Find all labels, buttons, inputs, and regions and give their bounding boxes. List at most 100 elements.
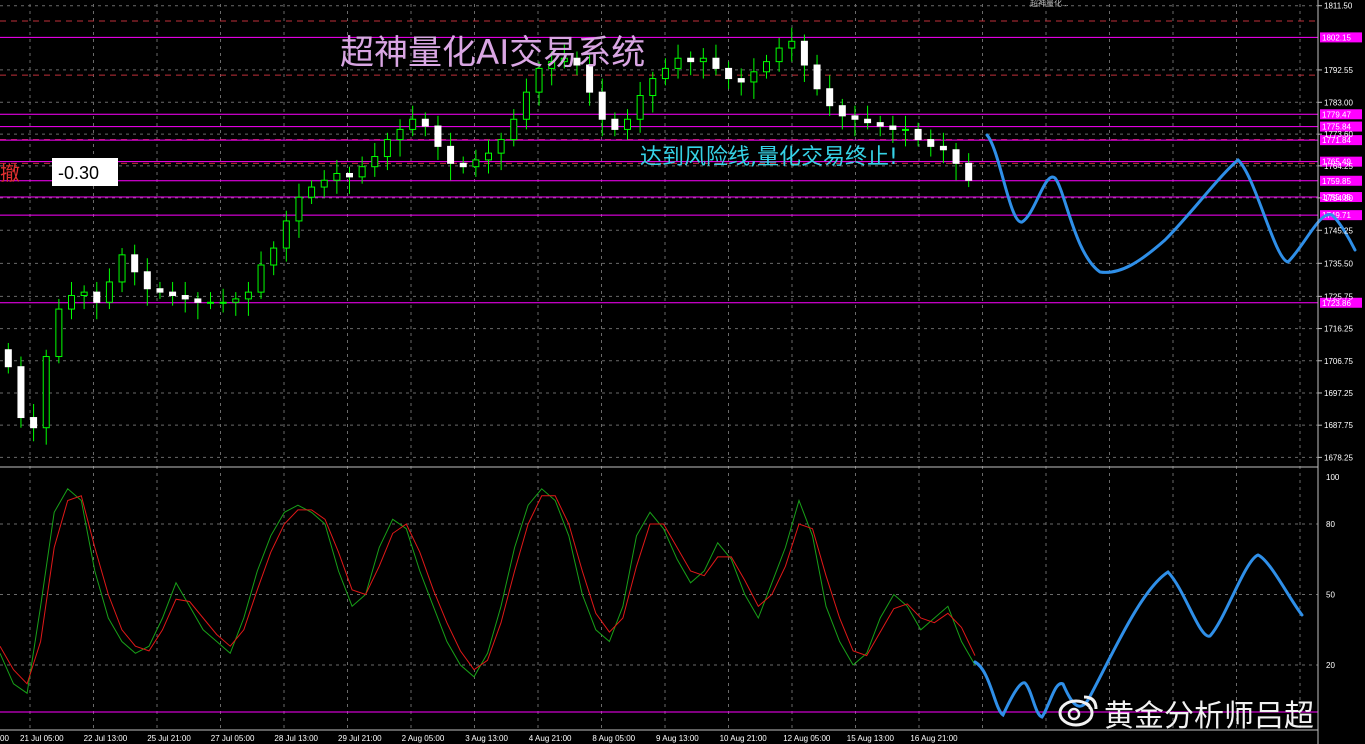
candle-body <box>649 78 657 97</box>
x-tick-label: 28 Jul 13:00 <box>274 734 318 743</box>
x-tick-label: 25 Jul 21:00 <box>147 734 191 743</box>
stoch-forecast-path <box>973 553 1304 719</box>
stoch-y-tick-label: 100 <box>1326 473 1340 482</box>
candle-body <box>725 67 733 80</box>
candle-body <box>80 291 88 297</box>
candle-body <box>93 291 101 303</box>
candle-body <box>952 149 960 164</box>
candle-body <box>68 295 75 310</box>
y-tick-label: 1716.25 <box>1324 325 1353 334</box>
candle-body <box>889 125 897 130</box>
candle-body <box>30 417 38 429</box>
candle-body <box>118 254 126 283</box>
candle-body <box>472 159 480 168</box>
candle-body <box>434 125 442 147</box>
candle-body <box>712 57 720 69</box>
candle-body <box>485 152 492 161</box>
y-tick-label: 1773.60 <box>1324 130 1353 139</box>
candle-body <box>421 118 429 127</box>
candle-body <box>17 366 25 419</box>
candle-body <box>788 40 796 49</box>
candle-body <box>346 172 353 178</box>
candle-body <box>497 139 505 154</box>
x-tick-label: 3 Aug 13:00 <box>465 734 508 743</box>
candle-body <box>826 88 834 107</box>
chart-title: 超神量化AI交易系统 <box>340 33 645 73</box>
y-tick-label: 1735.50 <box>1324 259 1353 268</box>
candle-body <box>169 291 177 297</box>
value-box-text: -0.30 <box>58 163 99 183</box>
candle-body <box>358 166 366 178</box>
candle-body <box>611 118 619 130</box>
candle-body <box>308 186 316 198</box>
x-tick-label: 2 Aug 05:00 <box>402 734 445 743</box>
candle-body <box>194 298 202 303</box>
candle-body <box>244 291 252 300</box>
candle-body <box>55 308 63 358</box>
candle-body <box>295 196 303 222</box>
candle-body <box>927 139 935 147</box>
candle-body <box>459 162 467 168</box>
y-tick-label: 1754.80 <box>1324 194 1353 203</box>
watermark-text: 黄金分析师吕超 <box>1104 699 1314 734</box>
axes: 21 Jul 05:00 22 Jul 13:00 25 Jul 21:00 27 J… <box>0 0 1353 744</box>
stoch-y-tick-label: 50 <box>1326 591 1335 600</box>
candle-body <box>775 47 783 63</box>
y-tick-label: 1697.25 <box>1324 389 1353 398</box>
y-tick-label: 1811.50 <box>1324 2 1353 11</box>
x-tick-label: 29 Jul 21:00 <box>338 734 382 743</box>
candle-body <box>800 40 808 66</box>
stochastic-series <box>0 488 976 695</box>
candle-body <box>522 91 530 120</box>
watermark: 黄金分析师吕超 <box>1058 695 1314 734</box>
weibo-logo-icon <box>1058 695 1098 727</box>
stoch-y-tick-label: 20 <box>1326 661 1335 670</box>
candle-body <box>699 57 707 63</box>
candle-body <box>914 128 922 141</box>
candle-body <box>232 298 240 303</box>
x-tick-label: 00 <box>0 734 9 743</box>
candle-body <box>207 301 214 304</box>
candle-body <box>371 156 379 168</box>
candle-body <box>763 61 770 73</box>
x-tick-label: 10 Aug 21:00 <box>720 734 768 743</box>
candle-body <box>939 145 947 151</box>
header-text: 超神量化... <box>1030 0 1069 8</box>
candle-body <box>42 356 50 429</box>
y-tick-label: 1783.00 <box>1324 98 1353 107</box>
x-tick-label: 21 Jul 05:00 <box>20 734 64 743</box>
candle-body <box>320 179 328 188</box>
candle-body <box>813 64 821 90</box>
candle-body <box>219 301 227 304</box>
candlestick-series <box>4 27 973 445</box>
level-label: 1802.15 <box>1322 33 1351 42</box>
candle-body <box>447 145 455 164</box>
x-tick-label: 16 Aug 21:00 <box>910 734 958 743</box>
candle-body <box>851 115 859 120</box>
y-tick-label: 1745.25 <box>1324 226 1353 235</box>
candle-body <box>510 118 518 141</box>
candle-body <box>838 105 846 117</box>
trading-chart: 1802.151779.471775.841771.841765.491759.… <box>0 0 1362 744</box>
y-tick-label: 1792.55 <box>1324 66 1353 75</box>
y-tick-label: 1725.75 <box>1324 292 1353 301</box>
candle-body <box>282 220 290 249</box>
candle-body <box>409 118 417 130</box>
stoch-main-line <box>0 488 976 695</box>
candle-body <box>661 67 669 80</box>
candle-body <box>333 172 341 181</box>
y-tick-label: 1678.25 <box>1324 453 1353 462</box>
candle-body <box>383 139 391 158</box>
candle-body <box>750 71 758 83</box>
y-tick-label: 1687.75 <box>1324 421 1353 430</box>
x-tick-label: 4 Aug 21:00 <box>529 734 572 743</box>
x-tick-label: 8 Aug 05:00 <box>592 734 635 743</box>
candle-body <box>624 118 631 130</box>
candle-body <box>156 288 164 293</box>
horizontal-levels: 1802.151779.471775.841771.841765.491759.… <box>0 20 1362 713</box>
x-tick-label: 15 Aug 13:00 <box>847 734 895 743</box>
x-tick-label: 27 Jul 05:00 <box>211 734 255 743</box>
x-tick-label: 9 Aug 13:00 <box>656 734 699 743</box>
candle-body <box>181 295 189 300</box>
candle-body <box>965 162 973 181</box>
